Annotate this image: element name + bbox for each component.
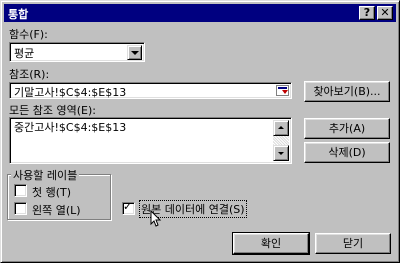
delete-button[interactable]: 삭제(D) xyxy=(304,142,390,163)
check-mark-icon: ✓ xyxy=(123,200,133,213)
help-button[interactable]: ? xyxy=(359,6,375,20)
collapse-dialog-icon[interactable] xyxy=(276,85,289,96)
consolidate-dialog: 통합 ? ✕ 함수(F): 평균 참조(R): 기말고사!$C$4:$E$13 … xyxy=(0,0,400,263)
close-dialog-button[interactable]: 닫기 xyxy=(315,233,391,254)
scroll-up-button[interactable] xyxy=(273,120,289,136)
add-button[interactable]: 추가(A) xyxy=(304,118,390,139)
dropdown-arrow-icon xyxy=(131,51,139,55)
all-references-list[interactable]: 중간고사!$C$4:$E$13 xyxy=(9,117,292,164)
ok-button[interactable]: 확인 xyxy=(232,232,310,255)
reference-value: 기말고사!$C$4:$E$13 xyxy=(14,86,127,99)
function-label: 함수(F): xyxy=(9,28,48,41)
dropdown-button[interactable] xyxy=(127,45,142,60)
all-references-label: 모든 참조 영역(E): xyxy=(9,104,96,117)
top-row-checkbox[interactable] xyxy=(14,184,27,197)
reference-input[interactable]: 기말고사!$C$4:$E$13 xyxy=(9,82,292,99)
scroll-track[interactable] xyxy=(273,136,289,145)
close-button[interactable]: ✕ xyxy=(377,6,393,20)
list-item[interactable]: 중간고사!$C$4:$E$13 xyxy=(14,119,126,135)
top-row-label[interactable]: 첫 행(T) xyxy=(32,184,71,200)
reference-label: 참조(R): xyxy=(9,68,50,81)
scroll-down-button[interactable] xyxy=(273,145,289,161)
link-source-checkbox[interactable]: ✓ xyxy=(122,200,135,215)
scroll-down-icon xyxy=(278,152,284,155)
function-value: 평균 xyxy=(14,47,35,60)
browse-button[interactable]: 찾아보기(B)... xyxy=(304,81,390,102)
left-column-checkbox[interactable] xyxy=(14,202,27,215)
left-column-label[interactable]: 왼쪽 열(L) xyxy=(32,202,81,218)
use-labels-title: 사용할 레이블 xyxy=(11,167,80,183)
scroll-up-icon xyxy=(278,126,284,129)
dialog-title: 통합 xyxy=(8,8,29,21)
function-select[interactable]: 평균 xyxy=(9,42,145,62)
mouse-pointer-icon xyxy=(150,210,162,227)
title-bar: 통합 ? ✕ xyxy=(4,4,396,22)
